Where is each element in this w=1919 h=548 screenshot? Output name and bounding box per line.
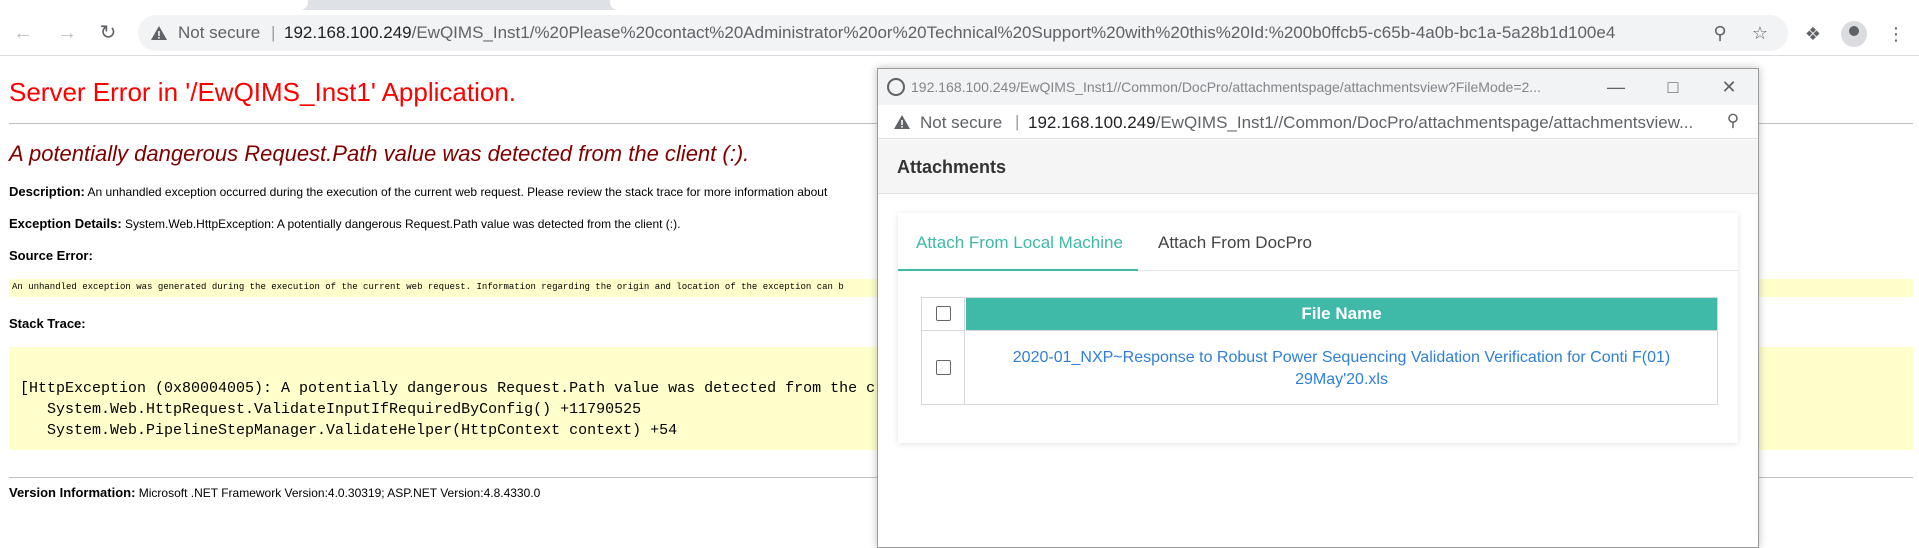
tab-attach-from-local-machine[interactable]: Attach From Local Machine	[898, 213, 1138, 271]
globe-icon	[887, 78, 905, 96]
popup-window-title: 192.168.100.249/EwQIMS_Inst1//Common/Doc…	[911, 79, 1541, 95]
not-secure-label[interactable]: Not secure	[178, 24, 260, 42]
version-label: Version Information:	[9, 485, 136, 500]
url-separator: |	[271, 23, 276, 42]
profile-icon[interactable]	[1841, 21, 1867, 47]
url-host: 192.168.100.249	[284, 23, 412, 42]
browser-tab[interactable]	[0, 0, 308, 10]
row-checkbox-cell	[922, 330, 965, 404]
source-error-text: An unhandled exception was generated dur…	[12, 282, 844, 292]
exception-text: System.Web.HttpException: A potentially …	[121, 217, 681, 231]
error-subtitle: A potentially dangerous Request.Path val…	[9, 141, 750, 166]
description-label: Description:	[9, 184, 85, 199]
description-text: An unhandled exception occurred during t…	[84, 185, 828, 199]
back-icon[interactable]: ←	[11, 21, 35, 45]
popup-address-bar[interactable]: Not secure | 192.168.100.249/EwQIMS_Inst…	[878, 105, 1758, 139]
stack-trace-line: Stack Trace:	[9, 316, 86, 331]
warning-icon	[894, 115, 910, 129]
version-text: Microsoft .NET Framework Version:4.0.303…	[135, 486, 541, 500]
extensions-icon[interactable]: ❖	[1801, 22, 1825, 46]
page-title: Server Error in '/EwQIMS_Inst1' Applicat…	[9, 77, 517, 107]
not-secure-label[interactable]: Not secure	[920, 113, 1002, 133]
popup-titlebar[interactable]: 192.168.100.249/EwQIMS_Inst1//Common/Doc…	[878, 69, 1758, 105]
zoom-icon[interactable]: ⚲	[1723, 111, 1743, 131]
exception-label: Exception Details:	[9, 216, 122, 231]
tab-strip	[0, 0, 1919, 10]
popup-url-text[interactable]: 192.168.100.249/EwQIMS_Inst1//Common/Doc…	[1028, 113, 1693, 133]
zoom-icon[interactable]: ⚲	[1710, 23, 1730, 43]
url-separator: |	[1015, 112, 1020, 131]
stack-line: System.Web.HttpRequest.ValidateInputIfRe…	[20, 401, 642, 418]
description-line: Description: An unhandled exception occu…	[9, 184, 827, 199]
url-path: /EwQIMS_Inst1/%20Please%20contact%20Admi…	[411, 23, 1616, 42]
url-host: 192.168.100.249	[1028, 113, 1156, 132]
stack-line: System.Web.PipelineStepManager.ValidateH…	[20, 422, 678, 439]
tab-label: Attach From Local Machine	[916, 233, 1123, 252]
tabs-divider	[1138, 270, 1738, 271]
address-bar[interactable]: Not secure | 192.168.100.249/EwQIMS_Inst…	[138, 15, 1788, 51]
row-checkbox[interactable]	[936, 360, 951, 375]
forward-icon[interactable]: →	[55, 21, 79, 45]
tab-attach-from-docpro[interactable]: Attach From DocPro	[1138, 213, 1338, 271]
header-checkbox-cell	[922, 298, 965, 330]
exception-line: Exception Details: System.Web.HttpExcept…	[9, 216, 680, 231]
browser-toolbar: ← → ↻ Not secure | 192.168.100.249/EwQIM…	[0, 10, 1919, 56]
close-icon[interactable]: ✕	[1715, 73, 1743, 101]
select-all-checkbox[interactable]	[936, 306, 951, 321]
warning-icon	[151, 26, 167, 40]
attachments-popup-window: 192.168.100.249/EwQIMS_Inst1//Common/Doc…	[877, 68, 1759, 548]
version-line: Version Information: Microsoft .NET Fram…	[9, 485, 540, 500]
file-name-link[interactable]: 2020-01_NXP~Response to Robust Power Seq…	[986, 347, 1697, 391]
minimize-icon[interactable]: —	[1602, 73, 1630, 101]
reload-icon[interactable]: ↻	[96, 21, 120, 45]
source-error-label: Source Error:	[9, 248, 93, 263]
browser-tab-right[interactable]	[610, 0, 1919, 10]
file-name-header[interactable]: File Name	[966, 298, 1717, 330]
tab-label: Attach From DocPro	[1158, 233, 1312, 252]
star-icon[interactable]: ☆	[1750, 23, 1770, 43]
table-row: 2020-01_NXP~Response to Robust Power Seq…	[966, 330, 1717, 404]
url-text[interactable]: 192.168.100.249/EwQIMS_Inst1/%20Please%2…	[284, 24, 1615, 42]
source-error-line: Source Error:	[9, 248, 93, 263]
maximize-icon[interactable]: □	[1659, 73, 1687, 101]
attachments-table: File Name 2020-01_NXP~Response to Robust…	[921, 297, 1718, 405]
attachments-card: Attach From Local Machine Attach From Do…	[898, 213, 1738, 443]
attachments-header: Attachments	[878, 140, 1758, 194]
stack-line: [HttpException (0x80004005): A potential…	[20, 380, 876, 397]
url-path: /EwQIMS_Inst1//Common/DocPro/attachments…	[1155, 113, 1694, 132]
attachments-heading: Attachments	[897, 157, 1007, 177]
menu-icon[interactable]: ⋮	[1884, 22, 1908, 46]
stack-trace-label: Stack Trace:	[9, 316, 86, 331]
